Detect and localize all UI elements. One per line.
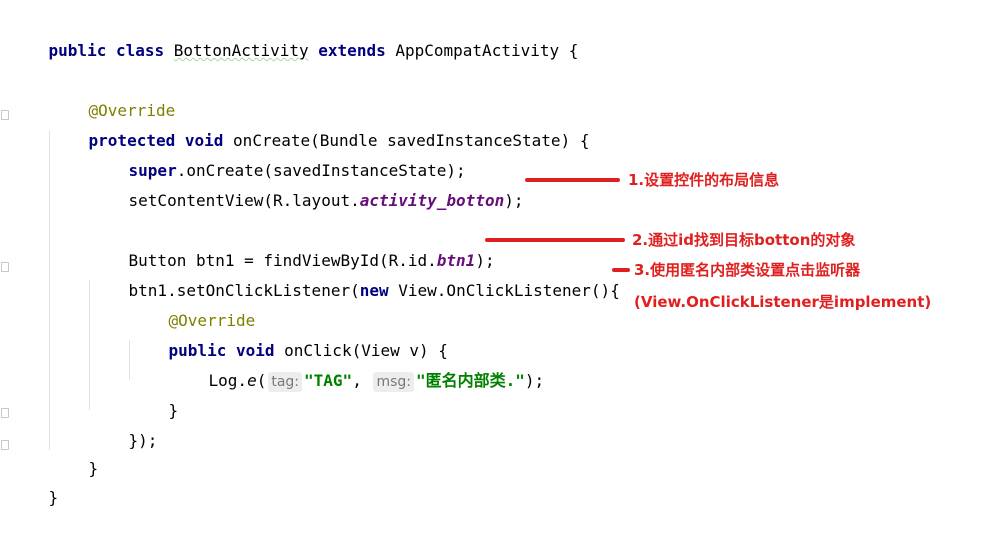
code-line-override-oncreate: @Override [50,75,176,120]
class-name: BottonActivity [173,41,309,60]
callout-text-3: 3.使用匿名内部类设置点击监听器 [634,261,861,279]
code-line-oncreate-signature: protected void onCreate(Bundle savedInst… [50,105,590,150]
param-hint-msg: msg: [373,372,415,392]
code-line-close-class: } [10,462,59,507]
callout-text-1: 1.设置控件的布局信息 [628,171,780,189]
close-brace: } [88,459,99,478]
listener-type: View.OnClickListener(){ [398,281,620,300]
close-brace: } [168,401,179,420]
superclass-name: AppCompatActivity [395,41,560,60]
code-line-setcontentview: setContentView(R.layout.activity_botton)… [90,165,524,210]
callout-text-2: 2.通过id找到目标botton的对象 [632,231,856,249]
layout-field: activity_botton [359,191,505,210]
callout-text-4: (View.OnClickListener是implement) [634,293,932,311]
code-line-close-oncreate: } [50,433,99,478]
call-close: ); [524,371,545,390]
log-method-e: e [247,371,257,390]
fold-marker-icon[interactable] [1,262,9,272]
code-line-close-onclick: } [130,375,179,420]
indent-guide [49,130,50,450]
call-close: ); [504,191,524,210]
code-line-log-call: Log.e(tag: "TAG", msg: "匿名内部类."); [170,345,544,392]
code-line-findviewbyid: Button btn1 = findViewById(R.id.btn1); [90,225,495,270]
close-listener: }); [128,431,158,450]
code-line-onclick-signature: public void onClick(View v) { [130,315,448,360]
close-brace: } [48,488,59,507]
keyword-new: new [359,281,389,300]
callout-arrow-line-2 [485,238,625,242]
open-brace: { [579,131,590,150]
paren-open: ( [256,371,267,390]
keyword-extends: extends [318,41,386,60]
keyword-public: public [48,41,107,60]
code-line-super-oncreate: super.onCreate(savedInstanceState); [90,135,466,180]
fold-marker-icon[interactable] [1,440,9,450]
callout-arrow-line-1 [525,178,620,182]
log-class: Log. [208,371,248,390]
open-brace: { [568,41,579,60]
code-line-close-listener: }); [90,405,158,450]
fold-marker-icon[interactable] [1,408,9,418]
param-hint-tag: tag: [268,372,303,392]
code-line-override-onclick: @Override [130,285,256,330]
keyword-class: class [115,41,165,60]
callout-arrow-line-3 [612,268,630,272]
string-msg: "匿名内部类." [416,371,525,390]
code-editor[interactable]: public class BottonActivity extends AppC… [0,0,986,507]
setcontentview-call: setContentView(R.layout. [128,191,360,210]
fold-marker-icon[interactable] [1,110,9,120]
code-line-setonclicklistener: btn1.setOnClickListener(new View.OnClick… [90,255,620,300]
comma: , [352,371,362,390]
string-tag: "TAG" [304,371,353,390]
code-line-class-declaration: public class BottonActivity extends AppC… [10,15,579,60]
